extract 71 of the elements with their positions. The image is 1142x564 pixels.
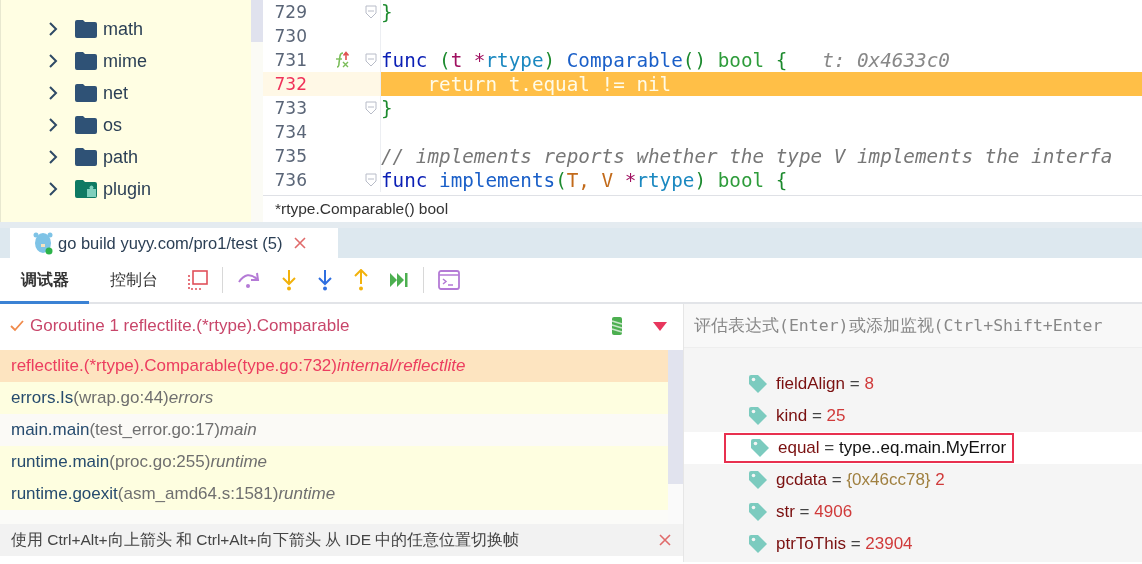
stack-frame-row[interactable]: runtime.main(proc.go:255)runtime [0,446,668,478]
close-icon[interactable] [294,237,307,249]
variable-entry[interactable]: ptrToThis = 23904 [776,534,913,554]
tag-icon [748,406,768,426]
panel-tab[interactable]: 控制台 [89,259,178,304]
chevron-icon[interactable] [48,21,58,37]
code-line: return t.equal != nil [426,72,672,96]
panel-tab[interactable]: 调试器 [0,259,89,304]
variable-entry[interactable]: fieldAlign = 8 [776,374,874,394]
line-number: 731 [273,50,307,70]
tag-icon [748,502,768,522]
folder-icon [75,84,97,102]
chevron-icon[interactable] [48,117,58,133]
tag-icon [748,374,768,394]
variable-entry[interactable]: gcdata = {0x46cc78} 2 [776,470,945,490]
variable-entry[interactable]: str = 4906 [776,502,853,522]
fold-marker-icon[interactable] [364,101,377,115]
folder-name[interactable]: plugin [103,178,152,200]
terminal-icon[interactable] [438,270,460,290]
chevron-icon[interactable] [48,149,58,165]
code-line: } [381,0,393,24]
chevron-icon[interactable] [48,85,58,101]
fold-marker-icon[interactable] [364,5,377,19]
folder-name[interactable]: mime [103,50,147,72]
variable-entry[interactable]: kind = 25 [776,406,846,426]
hint-text: 使用 Ctrl+Alt+向上箭头 和 Ctrl+Alt+向下箭头 从 IDE 中的任意位置切换帧 [11,529,520,550]
curved-arrow-icon[interactable] [237,271,261,289]
code-line: } [381,96,393,120]
scrollbar-thumb[interactable] [251,0,263,42]
code-line: func implements(T, V *rtype) bool { [381,168,788,192]
breadcrumb[interactable]: *rtype.Comparable() bool [275,200,449,219]
code-line: func (t *rtype) Comparable() bool { t: 0x4633c0 [381,48,950,72]
chevron-icon[interactable] [48,53,58,69]
tag-icon [748,534,768,554]
folder-icon [75,20,97,38]
scrollbar-thumb[interactable] [668,350,683,484]
up-arrow-icon[interactable] [353,269,369,291]
line-number: 736 [273,170,307,190]
fold-marker-icon[interactable] [364,53,377,67]
folder-icon [75,52,97,70]
chevron-icon[interactable] [48,181,58,197]
run-tab[interactable]: go build yuyy.com/pro1/test (5) [10,228,338,258]
close-icon[interactable] [659,534,671,546]
stack-frame-row[interactable]: runtime.goexit(asm_amd64.s:1581)runtime [0,478,668,510]
gopher-icon [32,231,54,255]
folder-name[interactable]: math [103,18,144,40]
folder-icon [75,148,97,166]
check-icon [10,320,24,332]
thread-icon[interactable] [609,315,625,337]
line-number: 734 [273,122,307,142]
down-arrow-icon[interactable] [317,269,333,291]
function-arrow-icon [333,51,351,69]
tag-icon [750,438,770,458]
dropdown-triangle-icon[interactable] [653,321,667,331]
fast-forward-icon[interactable] [389,272,409,288]
goroutine-selector[interactable]: Goroutine 1 reflectlite.(*rtype).Comparable [30,316,603,336]
puzzle-folder-icon [75,180,97,198]
fold-marker-icon[interactable] [364,173,377,187]
folder-name[interactable]: path [103,146,139,168]
stack-frame-row[interactable]: errors.Is(wrap.go:44)errors [0,382,668,414]
line-number: 735 [273,146,307,166]
folder-name[interactable]: os [103,114,122,136]
folder-icon [75,116,97,134]
folder-name[interactable]: net [103,82,129,104]
code-line: // implements reports whether the type V implements the interfa [381,144,1113,168]
line-number: 732 [273,74,307,94]
line-number: 733 [273,98,307,118]
tag-icon [748,470,768,490]
line-number: 730 [273,26,307,46]
line-number: 729 [273,2,307,22]
frames-icon[interactable] [188,270,208,290]
